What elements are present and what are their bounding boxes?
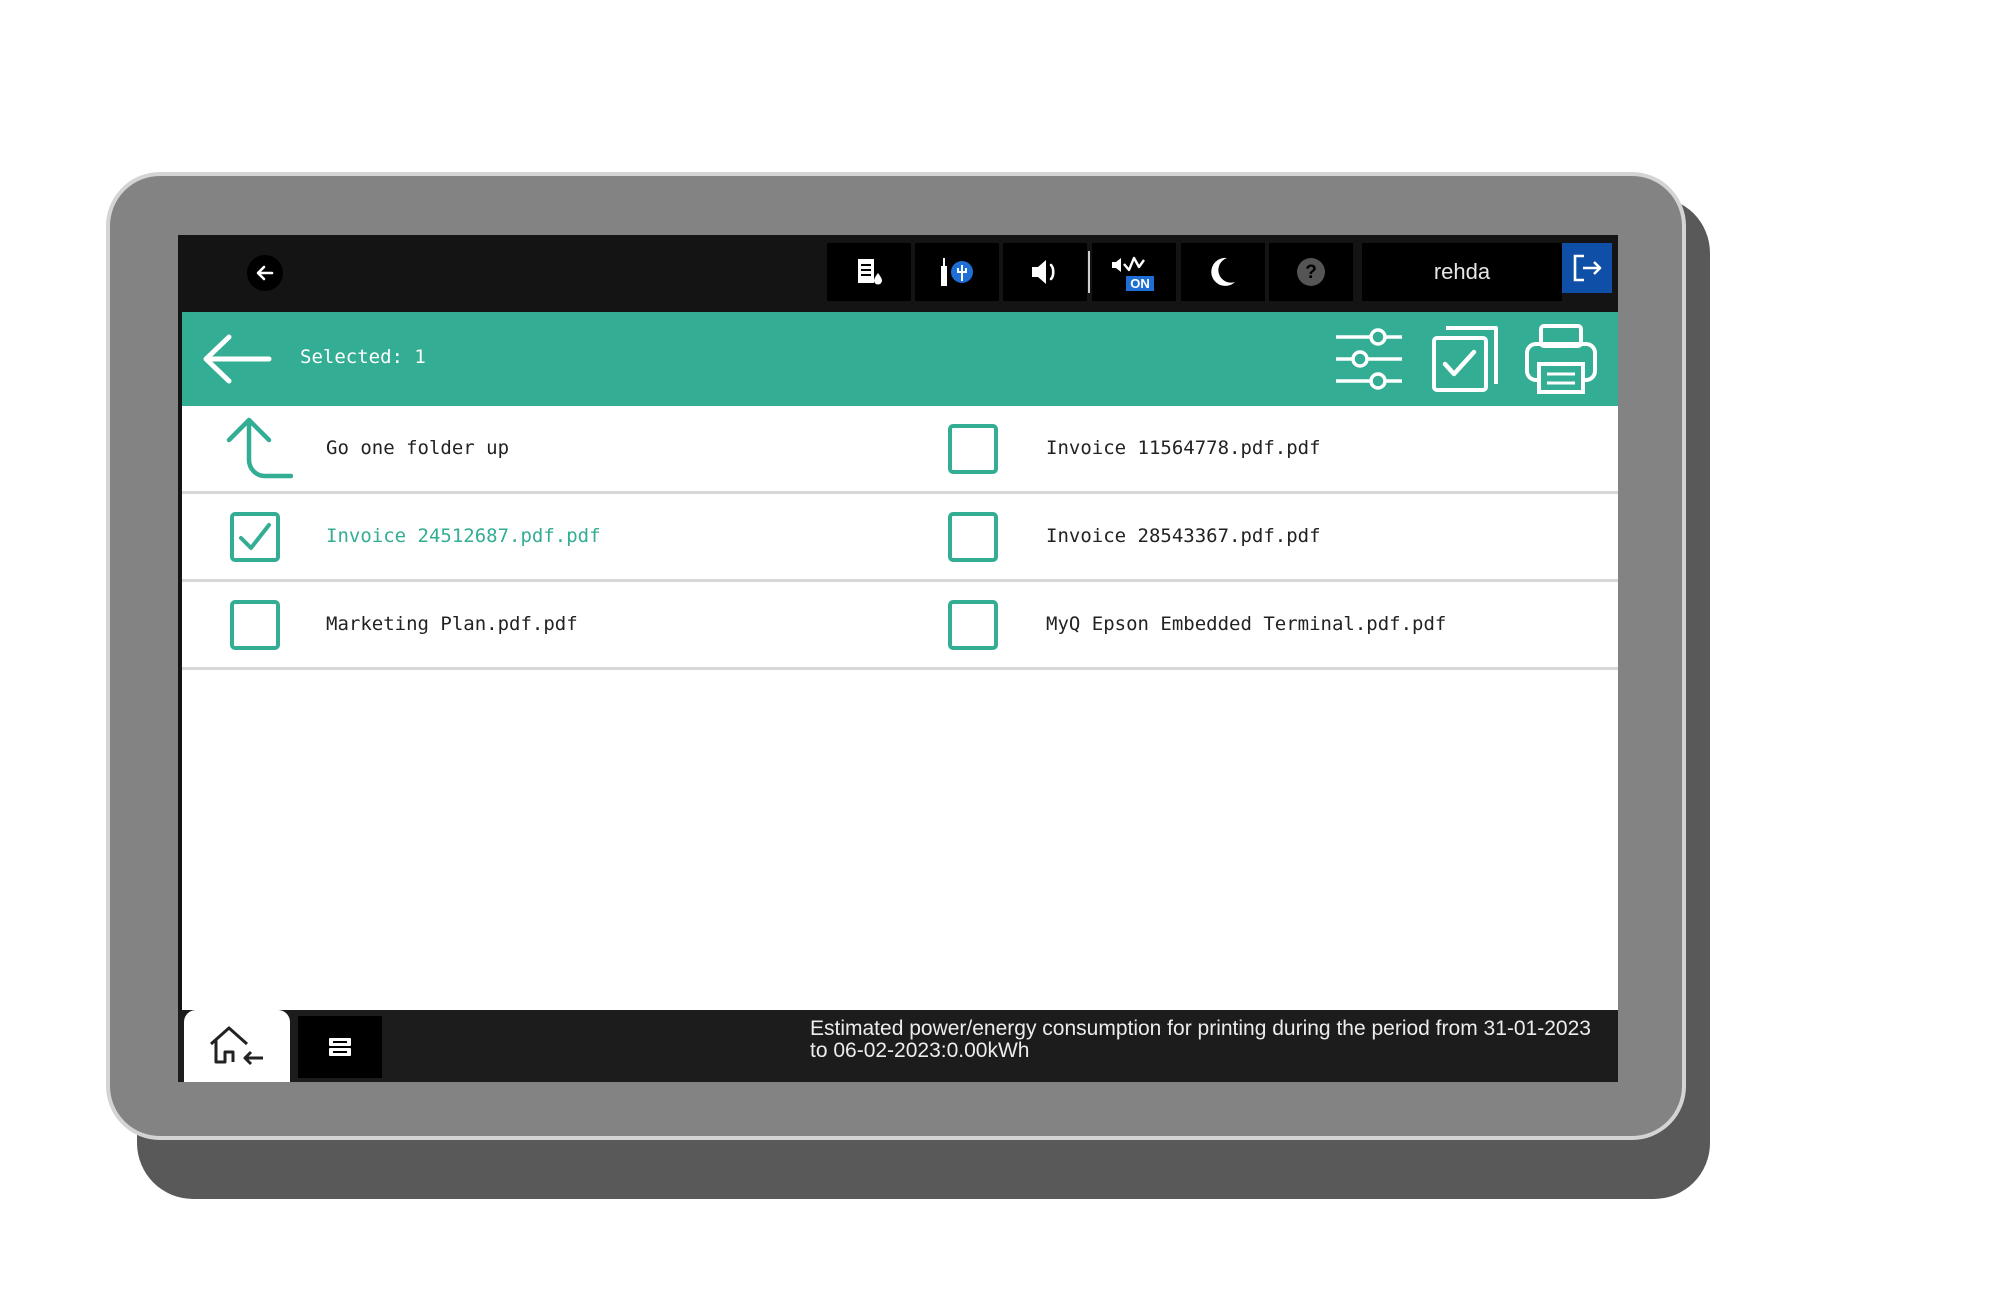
- sleep-button[interactable]: [1181, 243, 1265, 301]
- eco-mode-button[interactable]: ON: [1092, 243, 1176, 301]
- network-button[interactable]: [915, 243, 999, 301]
- supplies-button[interactable]: [827, 243, 911, 301]
- logout-button[interactable]: [1562, 243, 1612, 293]
- list-row: Marketing Plan.pdf.pdf MyQ Epson Embedde…: [182, 582, 1618, 670]
- list-row: Invoice 24512687.pdf.pdf Invoice 2854336…: [182, 494, 1618, 582]
- help-icon: ?: [1297, 258, 1325, 286]
- home-button[interactable]: [184, 1010, 290, 1082]
- list-item-label: MyQ Epson Embedded Terminal.pdf.pdf: [1046, 613, 1447, 635]
- list-item-label: Invoice 11564778.pdf.pdf: [1046, 437, 1321, 459]
- status-divider: [1088, 251, 1090, 293]
- logout-icon: [1573, 254, 1602, 282]
- filter-settings-button[interactable]: [1330, 322, 1408, 396]
- select-all-button[interactable]: [1426, 322, 1504, 396]
- file-item[interactable]: MyQ Epson Embedded Terminal.pdf.pdf: [182, 582, 1446, 667]
- volume-icon: [1032, 260, 1055, 284]
- checkbox-empty: [948, 512, 998, 562]
- jobs-icon: [329, 1038, 351, 1056]
- file-item[interactable]: Invoice 28543367.pdf.pdf: [182, 494, 1321, 579]
- print-icon: [1525, 324, 1597, 394]
- file-item[interactable]: Invoice 11564778.pdf.pdf: [182, 406, 1321, 491]
- home-icon: [210, 1026, 263, 1066]
- file-checkbox[interactable]: [944, 596, 1002, 654]
- arrow-left-icon: [203, 334, 272, 384]
- list-item-label: Invoice 28543367.pdf.pdf: [1046, 525, 1321, 547]
- print-button[interactable]: [1522, 322, 1600, 396]
- help-symbol: ?: [1305, 262, 1317, 283]
- status-back-button[interactable]: [247, 255, 283, 291]
- select-all-icon: [1432, 326, 1498, 392]
- file-list: Go one folder up Invoice 11564778.pdf.pd…: [182, 406, 1618, 1010]
- terminal-screen: ON ? rehda Selected: 1 Go one folder up …: [178, 235, 1618, 1082]
- help-button[interactable]: ?: [1269, 243, 1353, 301]
- document-ink-icon: [858, 259, 882, 285]
- eco-badge-text: ON: [1130, 276, 1150, 291]
- file-checkbox[interactable]: [944, 420, 1002, 478]
- eco-on-icon: ON: [1112, 256, 1154, 291]
- user-name: rehda: [1362, 243, 1562, 301]
- jobs-button[interactable]: [298, 1016, 382, 1078]
- back-button[interactable]: [198, 328, 274, 390]
- list-row: Go one folder up Invoice 11564778.pdf.pd…: [182, 406, 1618, 494]
- checkbox-empty: [948, 600, 998, 650]
- file-checkbox[interactable]: [944, 508, 1002, 566]
- volume-button[interactable]: [1003, 243, 1087, 301]
- back-icon: [256, 265, 274, 281]
- filter-settings-icon: [1336, 328, 1402, 390]
- network-usb-icon: [941, 258, 973, 286]
- energy-consumption-text: Estimated power/energy consumption for p…: [810, 1017, 1591, 1062]
- status-bar: ON ? rehda: [178, 235, 1618, 312]
- checkbox-empty: [948, 424, 998, 474]
- app-bar: Selected: 1: [182, 312, 1618, 406]
- bottom-bar: Estimated power/energy consumption for p…: [178, 1010, 1618, 1082]
- sleep-moon-icon: [1211, 257, 1235, 286]
- selected-count: Selected: 1: [300, 346, 426, 368]
